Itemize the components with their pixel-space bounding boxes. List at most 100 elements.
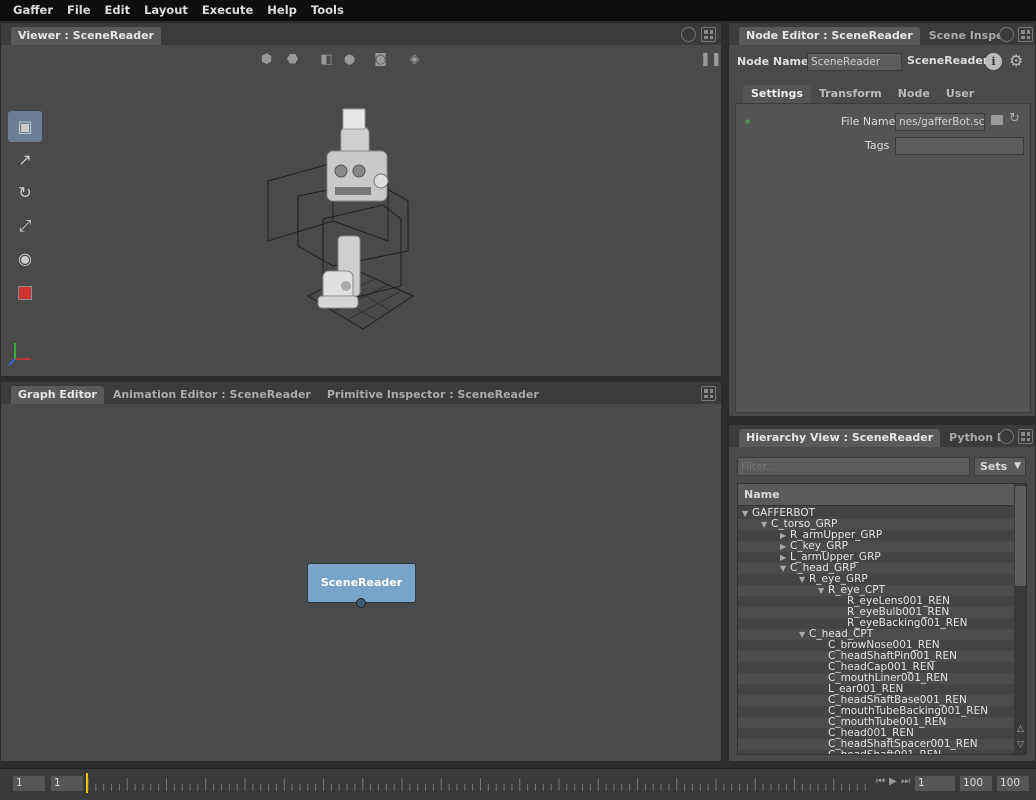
menu-file[interactable]: File: [60, 0, 98, 21]
sets-dropdown[interactable]: Sets ▼: [974, 457, 1026, 476]
column-header-label: Name: [744, 488, 780, 501]
menu-bar: Gaffer File Edit Layout Execute Help Too…: [0, 0, 1036, 21]
viewer-target-icon[interactable]: [681, 27, 696, 42]
name-column-header[interactable]: Name: [738, 484, 1014, 506]
timeline-frame-field[interactable]: 1: [914, 775, 956, 792]
scroll-up-icon[interactable]: △: [1014, 724, 1026, 737]
menu-gaffer[interactable]: Gaffer: [6, 0, 60, 21]
menu-tools[interactable]: Tools: [304, 0, 351, 21]
hierarchy-list: Name ▼ GAFFERBOT ▼ C_torso_GRP ▶ R_armUpper_G…: [737, 483, 1027, 755]
viewer-tabbar: Viewer : SceneReader: [1, 23, 721, 45]
tags-label: Tags: [865, 139, 890, 152]
timeline-current-field[interactable]: 1: [50, 775, 84, 792]
node-label: SceneReader: [320, 576, 403, 589]
tab-node-editor[interactable]: Node Editor : SceneReader: [739, 27, 920, 45]
hierarchy-row[interactable]: ▶ L_armUpper_GRP: [738, 552, 1014, 563]
hierarchy-row[interactable]: ▶ R_armUpper_GRP: [738, 530, 1014, 541]
wireframe-cube-icon[interactable]: ◧: [318, 51, 335, 68]
graph-layout-icon[interactable]: [701, 386, 716, 401]
select-tool-icon[interactable]: ▣: [8, 111, 42, 142]
scale-tool-icon[interactable]: ⤢: [8, 210, 42, 241]
scroll-down-icon[interactable]: ▽: [1014, 740, 1026, 753]
play-icon[interactable]: ▶: [889, 776, 897, 787]
subtab-settings[interactable]: Settings: [743, 85, 811, 103]
hierarchy-tabbar: Hierarchy View : SceneReader Python Edi: [729, 425, 1035, 447]
inspect-icon[interactable]: ⬣: [284, 51, 301, 68]
viewer-panel: Viewer : SceneReader ⬢ ⬣ ◧ ● ◙ ◈ ❚❚ ▣ ↗ …: [0, 22, 722, 377]
crop-window-tool-icon[interactable]: [8, 276, 42, 307]
hierarchy-row[interactable]: ▼ C_head_GRP: [738, 563, 1014, 574]
node-name-field[interactable]: SceneReader: [807, 53, 902, 71]
skip-end-icon[interactable]: ⏭: [901, 776, 910, 787]
timeline-range-end-field[interactable]: 100: [996, 775, 1030, 792]
chevron-down-icon: ▼: [1014, 461, 1021, 471]
tab-scene-inspector[interactable]: Scene Inspect: [922, 27, 1010, 45]
folder-icon[interactable]: [991, 115, 1003, 125]
hierarchy-row-label: C_headShaft001_REN: [828, 749, 942, 755]
subtab-transform[interactable]: Transform: [811, 85, 890, 103]
menu-layout[interactable]: Layout: [137, 0, 195, 21]
filter-input[interactable]: [737, 457, 970, 476]
skip-start-icon[interactable]: ⏮: [876, 776, 885, 787]
subtab-user[interactable]: User: [938, 85, 982, 103]
scene-reader-node[interactable]: SceneReader: [307, 563, 416, 603]
hierarchy-layout-icon[interactable]: [1018, 429, 1033, 444]
shading-cube-icon[interactable]: ⬢: [258, 51, 275, 68]
tab-animation-editor[interactable]: Animation Editor : SceneReader: [106, 386, 318, 404]
node-editor-subtabs: Settings Transform Node User: [743, 85, 982, 103]
hierarchy-rows: ▼ GAFFERBOT ▼ C_torso_GRP ▶ R_armUpper_GRP ▶ C_…: [738, 508, 1014, 755]
scrollbar-thumb[interactable]: [1015, 486, 1026, 586]
viewport-robot-render: [267, 108, 415, 330]
menu-execute[interactable]: Execute: [195, 0, 260, 21]
camera-tool-icon[interactable]: ◉: [8, 243, 42, 274]
hierarchy-panel: Hierarchy View : SceneReader Python Edi …: [728, 424, 1036, 762]
node-editor-panel: Node Editor : SceneReader Scene Inspect …: [728, 22, 1036, 417]
playhead[interactable]: [86, 773, 88, 793]
collapsed-arrow-icon[interactable]: ▶: [780, 552, 790, 563]
timeline-ruler[interactable]: [86, 774, 876, 794]
expanded-arrow-icon[interactable]: ▼: [818, 585, 828, 596]
node-editor-layout-icon[interactable]: [1018, 27, 1033, 42]
expanded-arrow-icon[interactable]: ▼: [799, 629, 809, 640]
tab-viewer[interactable]: Viewer : SceneReader: [11, 27, 161, 45]
info-icon[interactable]: i: [985, 53, 1002, 70]
tab-graph-editor[interactable]: Graph Editor: [11, 386, 104, 404]
hierarchy-target-icon[interactable]: [999, 429, 1014, 444]
hierarchy-row[interactable]: C_headShaft001_REN: [738, 750, 1014, 755]
tab-primitive-inspector[interactable]: Primitive Inspector : SceneReader: [320, 386, 546, 404]
expanded-arrow-icon[interactable]: ▼: [780, 563, 790, 574]
file-name-label: File Name: [841, 115, 896, 128]
timeline-start-field[interactable]: 1: [12, 775, 46, 792]
node-type-label: SceneReader: [907, 54, 989, 67]
timeline-end-field[interactable]: 100: [959, 775, 993, 792]
graph-editor-panel: Graph Editor Animation Editor : SceneRea…: [0, 381, 722, 762]
translate-tool-icon[interactable]: ↗: [8, 144, 42, 175]
subtab-node[interactable]: Node: [890, 85, 938, 103]
expanded-arrow-icon[interactable]: ▼: [799, 574, 809, 585]
node-editor-target-icon[interactable]: [999, 27, 1014, 42]
menu-edit[interactable]: Edit: [98, 0, 138, 21]
refresh-icon[interactable]: ↻: [1009, 111, 1020, 126]
pause-icon[interactable]: ❚❚: [700, 51, 722, 68]
grid-plane-icon[interactable]: ◈: [406, 51, 423, 68]
collapsed-arrow-icon[interactable]: ▶: [780, 541, 790, 552]
node-editor-tabbar: Node Editor : SceneReader Scene Inspect: [729, 23, 1035, 45]
axis-gizmo-icon: [8, 343, 31, 366]
modified-marker: *: [745, 117, 751, 130]
expanded-arrow-icon[interactable]: ▼: [742, 508, 752, 519]
viewer-layout-icon[interactable]: [701, 27, 716, 42]
scrollbar[interactable]: △ ▽: [1014, 484, 1026, 754]
node-output-plug[interactable]: [356, 598, 366, 608]
expanded-arrow-icon[interactable]: ▼: [761, 519, 771, 530]
sphere-icon[interactable]: ●: [341, 51, 358, 68]
menu-help[interactable]: Help: [260, 0, 304, 21]
file-name-field[interactable]: nes/gafferBot.scc: [895, 113, 985, 131]
hierarchy-row[interactable]: R_eyeBacking001_REN: [738, 618, 1014, 629]
sets-label: Sets: [980, 460, 1008, 473]
rotate-tool-icon[interactable]: ↻: [8, 177, 42, 208]
tab-hierarchy-view[interactable]: Hierarchy View : SceneReader: [739, 429, 941, 447]
tags-field[interactable]: [895, 137, 1024, 155]
collapsed-arrow-icon[interactable]: ▶: [780, 530, 790, 541]
camera-icon[interactable]: ◙: [372, 51, 389, 68]
gear-icon[interactable]: ⚙: [1009, 51, 1023, 70]
